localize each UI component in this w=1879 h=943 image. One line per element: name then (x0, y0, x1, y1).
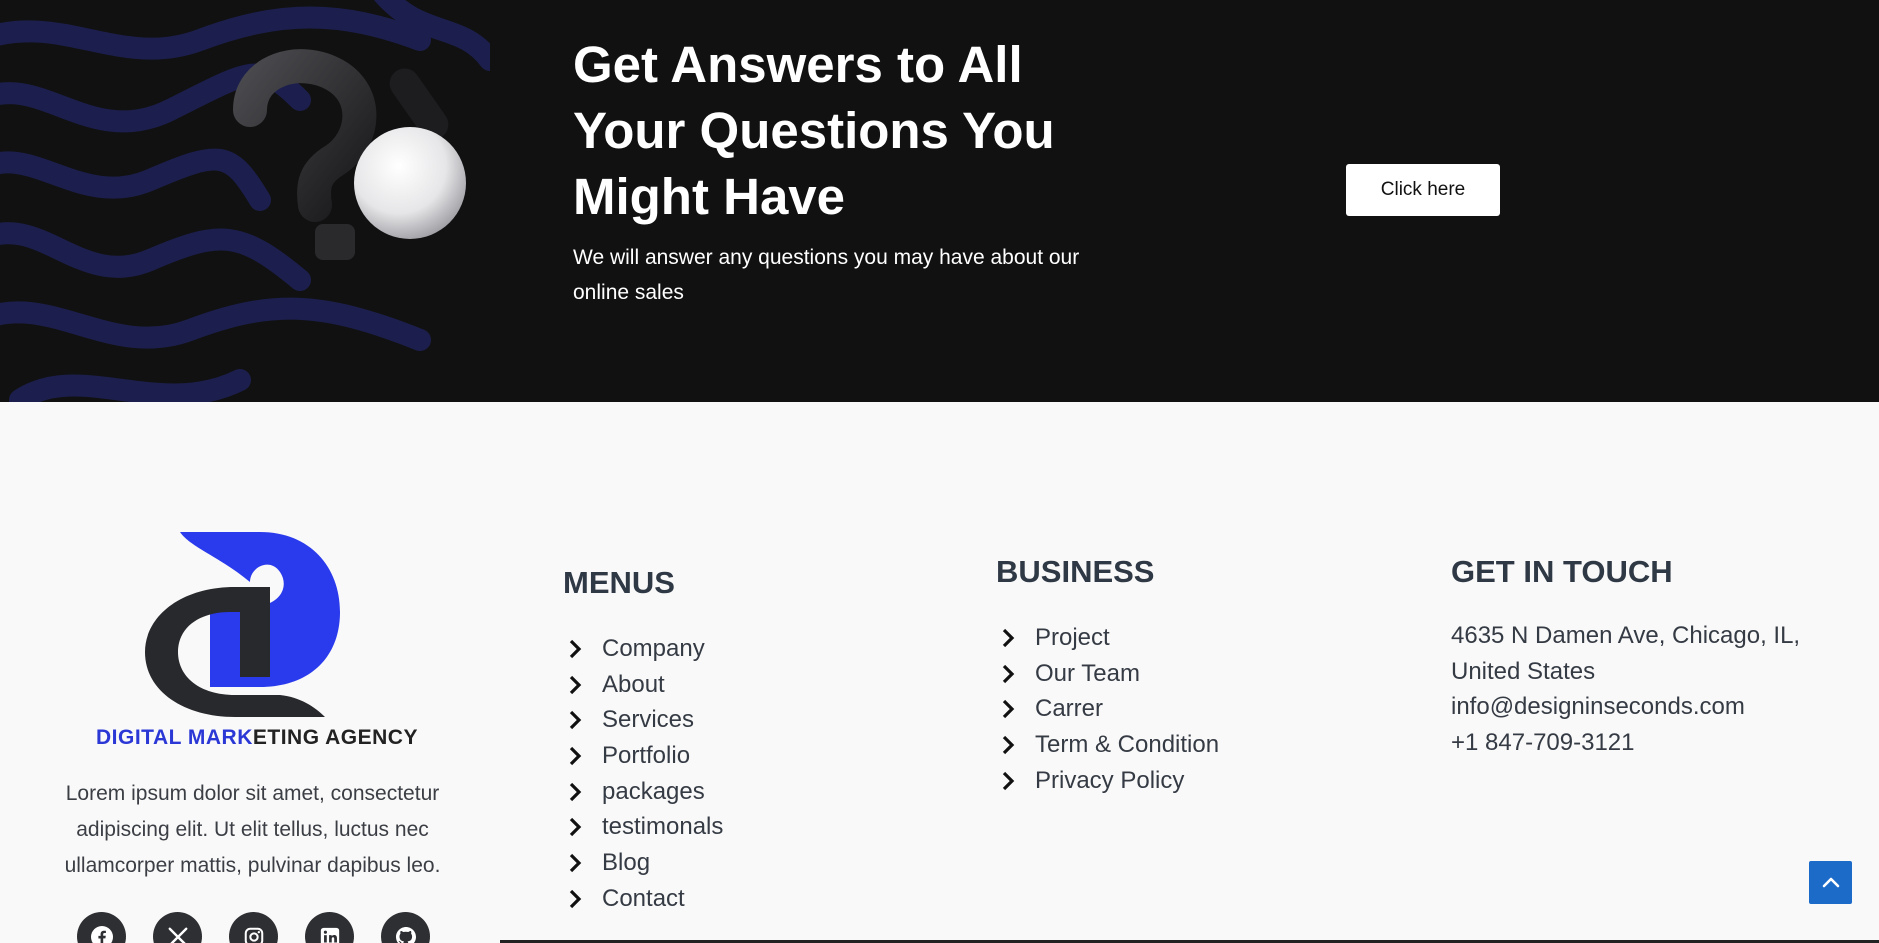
chevron-right-icon (997, 627, 1019, 649)
business-item-carrer[interactable]: Carrer (997, 691, 1219, 727)
cta-section: Get Answers to All Your Questions You Mi… (0, 0, 1879, 402)
social-links (77, 912, 430, 943)
menus-title: MENUS (563, 565, 675, 600)
contact-email[interactable]: info@designinseconds.com (1451, 689, 1851, 725)
chevron-right-icon (564, 709, 586, 731)
cta-subtitle: We will answer any questions you may hav… (573, 246, 1080, 304)
chevron-right-icon (564, 638, 586, 660)
business-list: Project Our Team Carrer Term & Condition… (997, 620, 1219, 798)
github-link[interactable] (381, 912, 430, 943)
chevron-right-icon (564, 852, 586, 874)
facebook-icon (90, 925, 113, 943)
chevron-right-icon (997, 663, 1019, 685)
chevron-right-icon (997, 770, 1019, 792)
agency-name-part1: DIGITAL MARK (96, 726, 253, 749)
contact-address: 4635 N Damen Ave, Chicago, IL, United St… (1451, 622, 1801, 685)
menu-item-packages[interactable]: packages (564, 774, 723, 810)
menu-item-company[interactable]: Company (564, 631, 723, 667)
business-title: BUSINESS (996, 554, 1155, 589)
agency-name: DIGITAL MARKETING AGENCY (96, 726, 417, 750)
menu-item-about[interactable]: About (564, 667, 723, 703)
menus-list: Company About Services Portfolio package… (564, 631, 723, 917)
agency-name-part2: ETING AGENCY (252, 726, 418, 749)
instagram-link[interactable] (229, 912, 278, 943)
business-item-project[interactable]: Project (997, 620, 1219, 656)
menu-item-testimonals[interactable]: testimonals (564, 809, 723, 845)
menu-item-contact[interactable]: Contact (564, 881, 723, 917)
click-here-button[interactable]: Click here (1346, 164, 1500, 216)
chevron-right-icon (564, 781, 586, 803)
question-mark-illustration (0, 0, 490, 402)
github-icon (395, 926, 416, 943)
facebook-link[interactable] (77, 912, 126, 943)
menu-item-services[interactable]: Services (564, 702, 723, 738)
instagram-icon (244, 927, 263, 943)
cta-title: Get Answers to All Your Questions You Mi… (573, 36, 1055, 225)
chevron-right-icon (564, 816, 586, 838)
chevron-right-icon (997, 698, 1019, 720)
contact-title: GET IN TOUCH (1451, 554, 1673, 589)
chevron-up-icon (1822, 877, 1839, 887)
menu-item-portfolio[interactable]: Portfolio (564, 738, 723, 774)
contact-phone[interactable]: +1 847-709-3121 (1451, 725, 1851, 761)
business-item-our-team[interactable]: Our Team (997, 656, 1219, 692)
x-twitter-icon (168, 927, 187, 943)
x-twitter-link[interactable] (153, 912, 202, 943)
linkedin-link[interactable] (305, 912, 354, 943)
footer: DIGITAL MARKETING AGENCY Lorem ipsum dol… (0, 402, 1879, 943)
business-item-terms[interactable]: Term & Condition (997, 727, 1219, 763)
scroll-to-top-button[interactable] (1809, 861, 1852, 904)
chevron-right-icon (997, 734, 1019, 756)
chevron-right-icon (564, 745, 586, 767)
contact-info: 4635 N Damen Ave, Chicago, IL, United St… (1451, 618, 1851, 761)
business-item-privacy[interactable]: Privacy Policy (997, 763, 1219, 799)
menu-item-blog[interactable]: Blog (564, 845, 723, 881)
chevron-right-icon (564, 674, 586, 696)
linkedin-icon (320, 927, 339, 943)
chevron-right-icon (564, 888, 586, 910)
agency-description: Lorem ipsum dolor sit amet, consectetur … (64, 782, 441, 877)
agency-logo-icon[interactable] (140, 527, 340, 717)
